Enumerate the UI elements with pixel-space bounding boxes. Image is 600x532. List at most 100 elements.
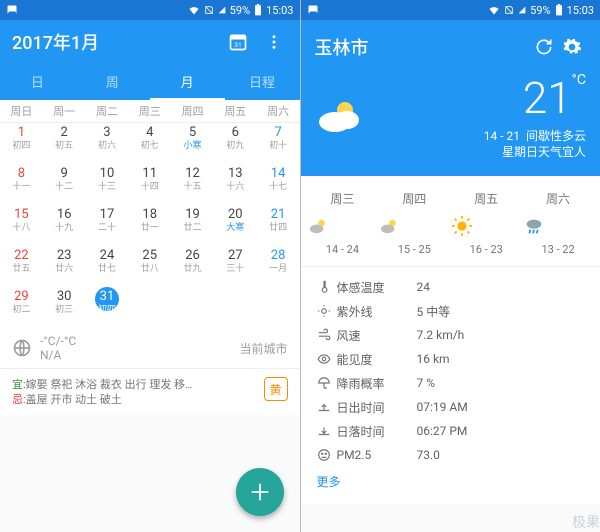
calendar-screen: 59% 15:03 2017年1月 31 日 周 月 日程 (0, 0, 300, 532)
calendar-day[interactable]: 29初二 (0, 287, 43, 328)
battery-icon (254, 4, 262, 16)
forecast-range: 16 - 23 (450, 243, 522, 256)
therm-icon (317, 280, 331, 294)
battery-pct: 59% (230, 4, 250, 17)
calendar-day[interactable]: 27三十 (214, 246, 257, 287)
day-lunar: 廿一 (128, 222, 171, 234)
day-lunar: 初四 (86, 304, 129, 316)
calendar-day[interactable]: 22廿五 (0, 246, 43, 287)
day-num: 13 (214, 166, 257, 181)
refresh-button[interactable] (530, 33, 558, 61)
day-lunar: 一月 (257, 263, 300, 275)
detail-value: 73.0 (417, 448, 440, 462)
day-lunar: 初三 (43, 304, 86, 316)
calendar-day[interactable]: 26廿九 (171, 246, 214, 287)
detail-value: 7 % (417, 376, 436, 390)
detail-value: 7.2 km/h (417, 328, 465, 342)
ji-text: 盖屋 开市 动土 破土 (26, 393, 122, 406)
day-lunar: 十七 (257, 181, 300, 193)
calendar-day[interactable]: 19廿二 (171, 205, 214, 246)
calendar-day[interactable]: 13十六 (214, 164, 257, 205)
day-lunar: 十八 (0, 222, 43, 234)
more-link[interactable]: 更多 (317, 467, 585, 496)
calendar-day[interactable]: 5小寒 (171, 123, 214, 164)
calendar-appbar: 2017年1月 31 日 周 月 日程 (0, 20, 300, 100)
day-num: 31 (86, 289, 129, 304)
dow-label: 周一 (43, 103, 86, 119)
tab-agenda[interactable]: 日程 (225, 64, 300, 100)
dow-label: 周四 (171, 103, 214, 119)
day-num: 2 (43, 125, 86, 140)
calendar-day[interactable]: 23廿六 (43, 246, 86, 287)
city-name[interactable]: 玉林市 (315, 34, 531, 60)
forecast-day[interactable]: 周六13 - 22 (522, 190, 594, 256)
forecast-day[interactable]: 周四15 - 25 (378, 190, 450, 256)
calendar-day[interactable]: 3初六 (86, 123, 129, 164)
eye-icon (317, 352, 331, 366)
detail-row: 日落时间06:27 PM (317, 419, 585, 443)
calendar-day[interactable]: 2初五 (43, 123, 86, 164)
tab-month[interactable]: 月 (150, 64, 225, 100)
day-num: 27 (214, 248, 257, 263)
calendar-day[interactable]: 6初九 (214, 123, 257, 164)
forecast-day[interactable]: 周三14 - 24 (307, 190, 379, 256)
calendar-day[interactable]: 7初十 (257, 123, 300, 164)
condition: 间歇性多云 (526, 129, 586, 143)
detail-row: 日出时间07:19 AM (317, 395, 585, 419)
calendar-day (214, 287, 257, 328)
yi-text: 嫁娶 祭祀 沐浴 裁衣 出行 理发 移… (26, 378, 193, 391)
almanac-panel[interactable]: 宜:嫁娶 祭祀 沐浴 裁衣 出行 理发 移… 忌:盖屋 开市 动土 破土 黄 (0, 368, 300, 415)
tab-day[interactable]: 日 (0, 64, 75, 100)
weather-screen: 59% 15:03 玉林市 21°C (300, 0, 600, 532)
today-button[interactable]: 31 (224, 28, 252, 56)
calendar-day[interactable]: 9十二 (43, 164, 86, 205)
calendar-day[interactable]: 11十四 (128, 164, 171, 205)
dow-label: 周三 (128, 103, 171, 119)
calendar-day[interactable]: 8十一 (0, 164, 43, 205)
calendar-day[interactable]: 17二十 (86, 205, 129, 246)
calendar-day[interactable]: 21廿四 (257, 205, 300, 246)
day-lunar: 十一 (0, 181, 43, 193)
forecast-icon (522, 215, 594, 237)
day-num: 12 (171, 166, 214, 181)
calendar-day[interactable]: 24廿七 (86, 246, 129, 287)
detail-row: 降雨概率 7 % (317, 371, 585, 395)
dow-label: 周日 (0, 103, 43, 119)
day-lunar: 小寒 (171, 140, 214, 152)
temp-unit: °C (572, 72, 586, 88)
calendar-day[interactable]: 15十八 (0, 205, 43, 246)
uv-icon (317, 304, 331, 318)
calendar-day[interactable]: 4初七 (128, 123, 171, 164)
calendar-day[interactable]: 18廿一 (128, 205, 171, 246)
detail-label: 降雨概率 (337, 375, 385, 392)
calendar-day[interactable]: 28一月 (257, 246, 300, 287)
weather-now-icon (315, 96, 365, 136)
forecast-day[interactable]: 周五 16 - 23 (450, 190, 522, 256)
day-lunar: 廿八 (128, 263, 171, 275)
add-event-fab[interactable] (236, 468, 284, 516)
day-lunar: 十六 (214, 181, 257, 193)
calendar-day[interactable]: 31初四 (86, 287, 129, 328)
forecast-dayname: 周五 (450, 190, 522, 207)
calendar-tabs: 日 周 月 日程 (0, 64, 300, 100)
calendar-day[interactable]: 25廿八 (128, 246, 171, 287)
calendar-day[interactable]: 16十九 (43, 205, 86, 246)
calendar-day[interactable]: 14十七 (257, 164, 300, 205)
detail-row: 紫外线5 中等 (317, 299, 585, 323)
calendar-day[interactable]: 30初三 (43, 287, 86, 328)
city-weather-strip[interactable]: -°C/-°C N/A 当前城市 (0, 328, 300, 368)
detail-label: 体感温度 (337, 279, 385, 296)
day-num: 28 (257, 248, 300, 263)
calendar-day[interactable]: 20大寒 (214, 205, 257, 246)
forecast-icon (450, 215, 522, 237)
day-lunar: 廿二 (171, 222, 214, 234)
weather-details: 体感温度24紫外线5 中等风速7.2 km/h能见度16 km降雨概率7 %日出… (301, 267, 600, 504)
calendar-day[interactable]: 1初四 (0, 123, 43, 164)
battery-icon (555, 4, 563, 16)
tab-week[interactable]: 周 (75, 64, 150, 100)
settings-button[interactable] (558, 33, 586, 61)
calendar-day[interactable]: 10十三 (86, 164, 129, 205)
menu-overflow-icon[interactable] (260, 28, 288, 56)
calendar-day[interactable]: 12十五 (171, 164, 214, 205)
day-num: 20 (214, 207, 257, 222)
